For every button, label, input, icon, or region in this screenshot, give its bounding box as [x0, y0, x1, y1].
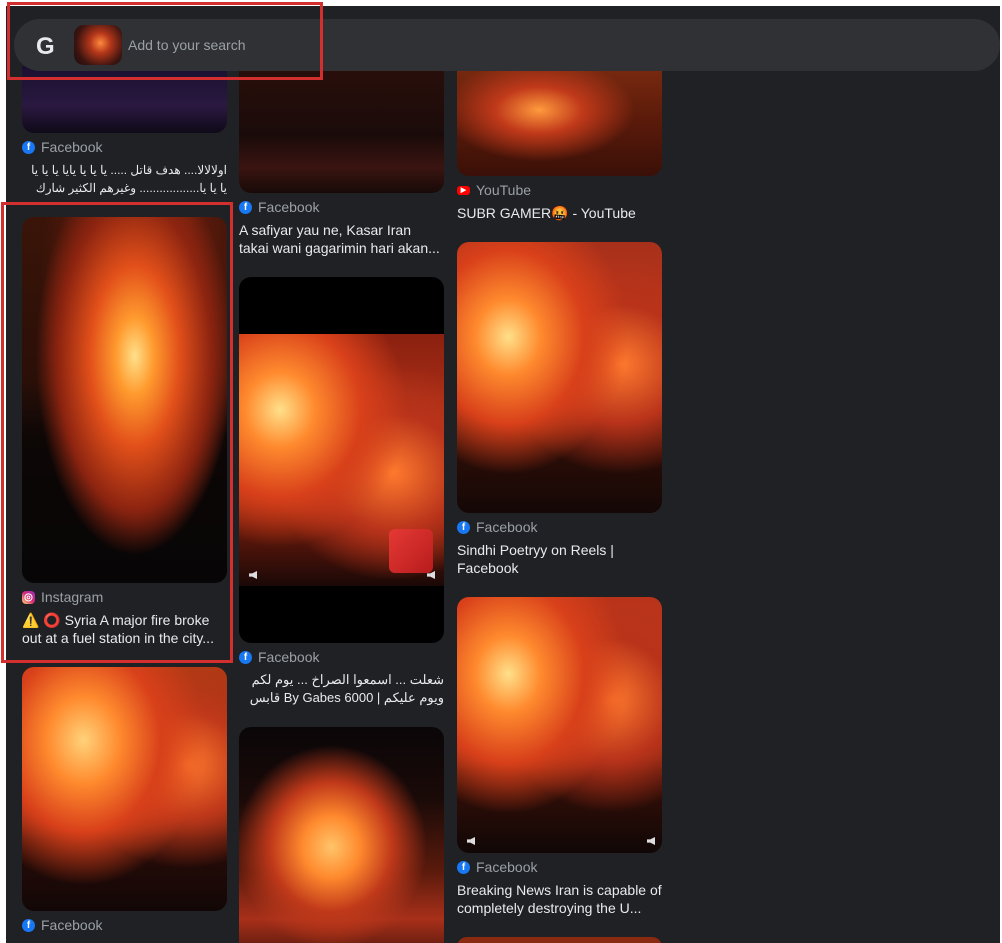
result-source[interactable]: f Facebook: [457, 518, 537, 536]
facebook-icon: f: [22, 918, 35, 932]
result-title[interactable]: SUBR GAMER🤬 - YouTube: [457, 204, 662, 222]
result-source[interactable]: f Facebook: [22, 916, 102, 934]
source-name: Facebook: [476, 859, 538, 875]
highlight-result-box: [1, 202, 233, 663]
facebook-icon: f: [239, 200, 252, 214]
result-source[interactable]: f Facebook: [239, 198, 319, 216]
result-source[interactable]: f Facebook: [22, 138, 102, 156]
result-source[interactable]: f Facebook: [239, 648, 319, 666]
source-name: Facebook: [476, 519, 538, 535]
source-name: YouTube: [476, 182, 532, 198]
source-name: Facebook: [41, 917, 103, 933]
result-title[interactable]: شعلت ... اسمعوا الصراخ ... يوم لكم ويوم …: [239, 671, 444, 707]
facebook-icon: f: [457, 520, 470, 534]
sound-icon[interactable]: [467, 837, 475, 845]
youtube-icon: ▶: [457, 185, 470, 195]
channel-logo-icon: [389, 529, 433, 573]
result-video-thumbnail[interactable]: [239, 277, 444, 643]
source-name: Facebook: [258, 649, 320, 665]
result-title[interactable]: Breaking News Iran is capable of complet…: [457, 881, 662, 917]
result-title[interactable]: A safiyar yau ne, Kasar Iran takai wani …: [239, 221, 444, 257]
source-name: Facebook: [258, 199, 320, 215]
result-thumbnail[interactable]: [239, 727, 444, 943]
result-source[interactable]: f Facebook: [457, 858, 537, 876]
result-video-thumbnail[interactable]: [457, 597, 662, 853]
sound-icon[interactable]: [647, 837, 655, 845]
result-thumbnail[interactable]: [239, 66, 444, 193]
facebook-icon: f: [239, 650, 252, 664]
result-thumbnail[interactable]: [457, 66, 662, 176]
result-title[interactable]: Sindhi Poetryy on Reels | Facebook: [457, 541, 662, 577]
result-thumbnail[interactable]: [22, 667, 227, 911]
source-name: Facebook: [41, 139, 103, 155]
result-source[interactable]: ▶ YouTube: [457, 181, 531, 199]
facebook-icon: f: [457, 860, 470, 874]
result-thumbnail[interactable]: [457, 242, 662, 513]
result-thumbnail[interactable]: [457, 937, 662, 943]
highlight-search-box: [7, 2, 323, 80]
facebook-icon: f: [22, 140, 35, 154]
result-title[interactable]: اولالالا.... هدف قاتل ..... يا يا يا ياي…: [22, 161, 227, 197]
